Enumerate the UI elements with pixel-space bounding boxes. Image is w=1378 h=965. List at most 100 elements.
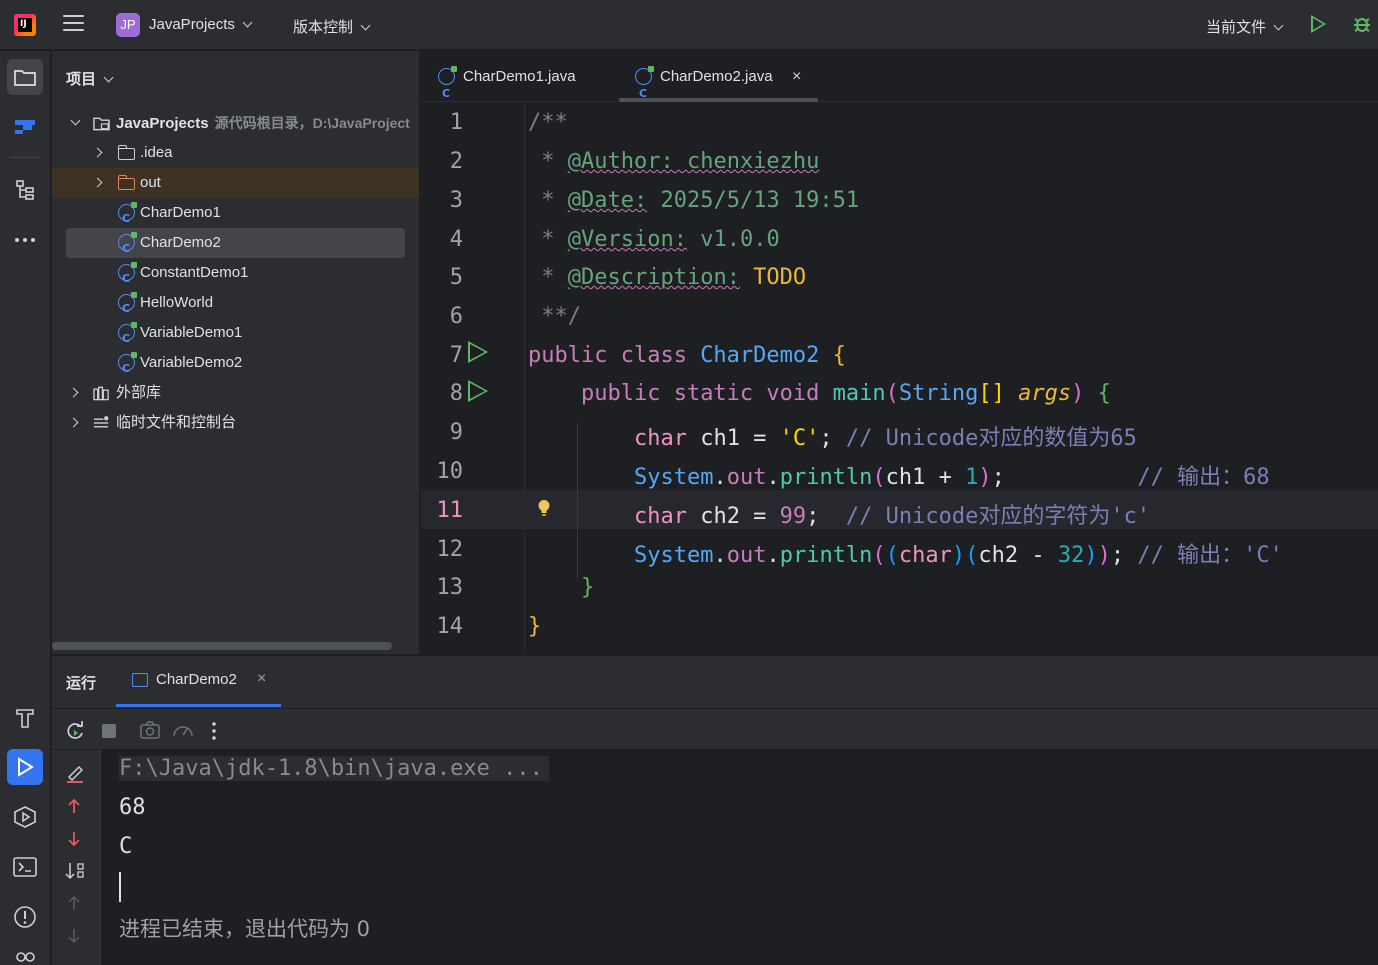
tree-item-out[interactable]: out [52, 168, 419, 198]
scroll-down-icon[interactable] [68, 928, 80, 944]
project-panel-header[interactable]: 项目 [66, 68, 114, 89]
chevron-right-icon[interactable] [68, 417, 79, 428]
code-line: **/ [528, 304, 581, 329]
library-icon [93, 386, 109, 401]
debug-bug-icon[interactable] [1352, 14, 1372, 34]
module-folder-icon [93, 117, 110, 131]
line-number: 14 [436, 614, 464, 639]
tree-item-label: VariableDemo2 [140, 354, 243, 371]
code-line: } [528, 575, 595, 600]
tree-item-label: 临时文件和控制台 [116, 414, 237, 431]
line-number: 5 [449, 265, 463, 290]
code-editor: CharDemo1.java CharDemo2.java × 1 2 3 4 … [421, 51, 1378, 654]
java-class-icon [118, 232, 137, 264]
line-number: 3 [449, 188, 463, 213]
run-tool-window: 运行 CharDemo2 × F:\Java\jdk-1.8\bin\java.… [52, 655, 1378, 965]
tree-item-label: .idea [140, 144, 173, 161]
tree-item-class[interactable]: HelloWorld [52, 288, 419, 324]
run-tool-icon[interactable] [7, 749, 43, 785]
toolbar-divider [10, 157, 41, 158]
tree-item-label: JavaProjects 源代码根目录，D:\JavaProject [116, 115, 410, 132]
run-main-gutter-icon[interactable] [468, 380, 488, 402]
close-run-tab-icon[interactable]: × [257, 670, 266, 688]
code-line: System.out.println(ch1 + 1); // 输出：68 [633, 465, 1270, 490]
code-text-area[interactable]: /** * @Author: chenxiezhu * @Date: 2025/… [524, 103, 1378, 654]
project-name: JavaProjects [149, 16, 235, 33]
java-class-icon [118, 262, 137, 294]
camera-icon[interactable] [140, 721, 160, 739]
tree-item-class[interactable]: VariableDemo1 [52, 318, 419, 354]
sort-icon[interactable] [65, 862, 85, 880]
tree-item-idea[interactable]: .idea [52, 138, 419, 168]
tree-item-class[interactable]: VariableDemo2 [52, 348, 419, 384]
run-tab-label: CharDemo2 [156, 671, 237, 688]
tree-item-external-libraries[interactable]: 外部库 [52, 378, 419, 408]
run-tab-chardemo2[interactable]: CharDemo2 × [132, 656, 281, 708]
profiler-gauge-icon[interactable] [172, 721, 194, 739]
console-command-line[interactable]: F:\Java\jdk-1.8\bin\java.exe ... [119, 756, 549, 781]
more-tools-icon[interactable] [7, 222, 43, 258]
line-number: 9 [449, 420, 463, 445]
run-config-selector[interactable]: 当前文件 [1206, 16, 1284, 37]
run-button-icon[interactable] [1311, 15, 1326, 33]
scratches-icon [93, 416, 109, 428]
code-line: System.out.println((char)(ch2 - 32)); //… [633, 543, 1283, 568]
tree-item-class[interactable]: CharDemo1 [52, 198, 419, 234]
chevron-right-icon[interactable] [92, 147, 103, 158]
tree-item-scratches[interactable]: 临时文件和控制台 [52, 408, 419, 438]
tree-item-label: CharDemo1 [140, 204, 221, 221]
line-number: 6 [449, 304, 463, 329]
tree-item-label: ConstantDemo1 [140, 264, 249, 281]
scroll-up-icon[interactable] [68, 895, 80, 911]
code-line-current: char ch2 = 99; // Unicode对应的字符为'c' [633, 504, 1151, 529]
chevron-down-icon [1273, 20, 1284, 31]
tree-item-root[interactable]: JavaProjects 源代码根目录，D:\JavaProject [52, 108, 419, 138]
project-switcher[interactable]: JavaProjects [149, 16, 253, 33]
services-tool-icon[interactable] [7, 799, 43, 835]
tab-label: CharDemo1.java [463, 68, 576, 85]
horizontal-scrollbar[interactable] [52, 642, 392, 650]
console-output[interactable]: F:\Java\jdk-1.8\bin\java.exe ... 68 C 进程… [100, 750, 1378, 965]
structure-tool-icon[interactable] [7, 172, 43, 208]
project-panel-title: 项目 [66, 71, 97, 88]
commit-tool-icon[interactable] [7, 109, 43, 145]
arrow-up-icon[interactable] [67, 798, 81, 814]
arrow-down-icon[interactable] [67, 831, 81, 847]
more-options-icon[interactable] [210, 721, 218, 741]
stop-icon[interactable] [102, 724, 116, 738]
chevron-right-icon[interactable] [68, 387, 79, 398]
build-hammer-icon[interactable] [7, 700, 43, 736]
tree-item-class[interactable]: ConstantDemo1 [52, 258, 419, 294]
line-number: 1 [449, 110, 463, 135]
git-tool-icon[interactable] [7, 945, 43, 965]
line-number: 4 [449, 227, 463, 252]
vcs-label: 版本控制 [293, 19, 354, 36]
rerun-icon[interactable] [66, 721, 86, 741]
line-number-current: 11 [436, 498, 464, 523]
chevron-right-icon[interactable] [92, 177, 103, 188]
main-menu-icon[interactable] [63, 15, 84, 33]
close-tab-icon[interactable]: × [792, 51, 801, 103]
console-tab-icon [132, 673, 148, 687]
intellij-logo-icon[interactable]: IJ [14, 14, 36, 36]
project-badge[interactable]: JP [116, 13, 140, 37]
console-side-toolbar [52, 750, 100, 965]
problems-tool-icon[interactable] [7, 899, 43, 935]
terminal-tool-icon[interactable] [7, 849, 43, 885]
project-tool-folder-icon[interactable] [7, 59, 43, 95]
tab-chardemo1[interactable]: CharDemo1.java [438, 51, 608, 120]
clear-console-icon[interactable] [65, 765, 85, 783]
run-class-gutter-icon[interactable] [468, 341, 488, 363]
tree-item-class-selected[interactable]: CharDemo2 [66, 228, 405, 264]
current-file-label: 当前文件 [1206, 19, 1267, 36]
tree-item-path: 源代码根目录，D:\JavaProject [214, 115, 410, 131]
text-caret [119, 872, 121, 902]
folder-icon [117, 145, 135, 160]
editor-gutter: 1 2 3 4 5 6 7 8 9 10 11 12 13 14 [421, 103, 524, 654]
chevron-down-icon[interactable] [70, 115, 81, 126]
java-class-icon [635, 66, 654, 120]
tab-chardemo2[interactable]: CharDemo2.java × [635, 51, 825, 120]
console-output-line: 68 [119, 795, 146, 820]
project-panel: 项目 JavaProjects 源代码根目录，D:\JavaProject .id… [52, 51, 420, 654]
vcs-menu[interactable]: 版本控制 [293, 16, 371, 37]
